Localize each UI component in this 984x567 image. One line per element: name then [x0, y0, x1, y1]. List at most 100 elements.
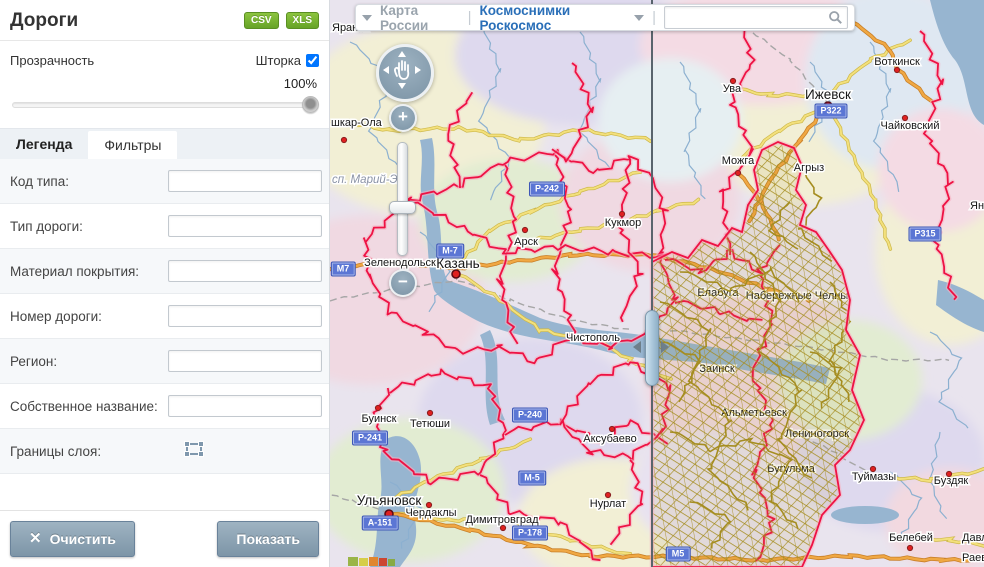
map-label: Буздяк — [934, 475, 969, 487]
field-label: Регион: — [10, 350, 168, 370]
clear-button[interactable]: ✕ Очистить — [10, 521, 135, 557]
region-input[interactable] — [168, 350, 322, 372]
city-dot — [522, 227, 527, 232]
map-label: Зеленодольск — [364, 257, 436, 269]
map-label: Нурлат — [590, 498, 626, 510]
export-csv-button[interactable]: CSV — [244, 12, 279, 29]
city-dot — [730, 78, 735, 83]
export-buttons: CSV XLS — [244, 12, 319, 29]
map-viewport[interactable]: ЕлабугаНабережные ЧелныЗаинскАльметьевск… — [330, 0, 984, 567]
base-layer-option[interactable]: Карта России — [380, 3, 460, 33]
slider-track[interactable] — [12, 102, 317, 108]
layer-separator: | — [468, 9, 472, 26]
show-button[interactable]: Показать — [217, 521, 319, 557]
field-row-surface-material: Материал покрытия: — [0, 249, 329, 294]
extent-icon[interactable] — [184, 441, 204, 462]
city-dot — [426, 502, 431, 507]
export-xls-button[interactable]: XLS — [286, 12, 319, 29]
city-dot — [894, 67, 899, 72]
road-badge: Р-241 — [352, 431, 388, 446]
road-badge: Р-242 — [529, 182, 565, 197]
road-badge: А-151 — [362, 516, 399, 531]
map-search-input[interactable] — [669, 8, 828, 27]
map-label: Чайковский — [881, 120, 940, 132]
field-label: Код типа: — [10, 170, 168, 190]
pan-control[interactable] — [376, 44, 434, 102]
slider-handle[interactable] — [302, 96, 319, 113]
road-number-input[interactable] — [168, 305, 322, 327]
field-label: Материал покрытия: — [10, 260, 168, 280]
map-label: Ижевск — [805, 87, 851, 102]
tab-legend[interactable]: Легенда — [0, 129, 88, 159]
city-dot — [609, 426, 614, 431]
proper-name-input[interactable] — [168, 395, 322, 417]
map-label: Ульяновск — [357, 493, 422, 508]
zoom-slider-handle[interactable] — [389, 201, 416, 214]
road-badge: Р-178 — [512, 526, 548, 541]
map-label: шкар-Ола — [331, 117, 383, 129]
map-label: Янаул — [970, 200, 984, 212]
curtain-arrow-left-icon — [633, 341, 641, 353]
zoom-out-button[interactable]: − — [389, 269, 417, 297]
transparency-slider[interactable] — [12, 97, 317, 112]
map-label: Раевский — [962, 552, 984, 564]
tab-bar: Легенда Фильтры — [0, 128, 329, 159]
map-label: Ува — [723, 83, 742, 95]
transparency-section: Прозрачность Шторка 100% — [0, 41, 329, 128]
map-search-box[interactable] — [664, 6, 848, 29]
panel-header: Дороги CSV XLS — [0, 0, 329, 41]
field-label: Границы слоя: — [10, 440, 168, 460]
hand-icon — [395, 61, 408, 79]
type-code-input[interactable] — [168, 170, 322, 192]
field-row-road-type: Тип дороги: — [0, 204, 329, 249]
panel-footer: ✕ Очистить Показать — [0, 510, 329, 567]
road-type-input[interactable] — [168, 215, 322, 237]
curtain-divider[interactable] — [651, 0, 653, 567]
curtain-checkbox[interactable] — [306, 54, 319, 67]
roads-gis-app: Дороги CSV XLS Прозрачность Шторка 100% … — [0, 0, 984, 567]
map-label: Давлеканово — [962, 532, 984, 544]
city-dot — [452, 270, 460, 278]
curtain-label: Шторка — [256, 53, 301, 68]
map-label: Белебей — [889, 532, 933, 544]
roads-panel: Дороги CSV XLS Прозрачность Шторка 100% … — [0, 0, 330, 567]
road-badge: Р315 — [908, 227, 941, 242]
city-dot — [907, 545, 912, 550]
curtain-handle[interactable] — [645, 310, 659, 386]
panel-title: Дороги — [10, 10, 78, 32]
zoom-slider[interactable] — [397, 142, 408, 256]
city-dot — [605, 492, 610, 497]
search-icon[interactable] — [828, 10, 843, 25]
field-label: Тип дороги: — [10, 215, 168, 235]
map-label: Буинск — [361, 413, 396, 425]
city-dot — [341, 137, 346, 142]
map-label: Агрыз — [794, 162, 824, 174]
map-label: Можга — [722, 155, 755, 167]
city-dot — [500, 525, 505, 530]
surface-material-input[interactable] — [168, 260, 322, 282]
map-label: сп. Марий-Эл — [332, 174, 405, 186]
city-dot — [735, 170, 740, 175]
filters-form: Код типа: Тип дороги: Материал покрытия:… — [0, 159, 329, 510]
clear-x-icon: ✕ — [29, 534, 42, 544]
curtain-arrow-right-icon — [661, 341, 669, 353]
road-badge: М-7 — [436, 244, 464, 259]
map-label: Кукмор — [605, 217, 642, 229]
active-layer-option[interactable]: Космоснимки Роскосмос — [479, 3, 626, 33]
layer-dropdown-chevron-icon[interactable] — [634, 15, 644, 21]
collapse-chevron-icon[interactable] — [362, 15, 372, 21]
road-badge: М5 — [666, 547, 691, 562]
city-dot — [902, 115, 907, 120]
tab-filters[interactable]: Фильтры — [88, 131, 177, 159]
map-label: Чистополь — [566, 332, 620, 344]
field-row-proper-name: Собственное название: — [0, 384, 329, 429]
road-badge: М7 — [331, 262, 356, 277]
city-dot — [870, 466, 875, 471]
transparency-label: Прозрачность — [10, 53, 94, 68]
field-row-type-code: Код типа: — [0, 159, 329, 204]
map-label: Воткинск — [874, 56, 920, 68]
field-label: Собственное название: — [10, 395, 168, 415]
city-dot — [375, 405, 380, 410]
field-row-layer-extent: Границы слоя: — [0, 429, 329, 474]
zoom-in-button[interactable]: + — [389, 104, 417, 132]
